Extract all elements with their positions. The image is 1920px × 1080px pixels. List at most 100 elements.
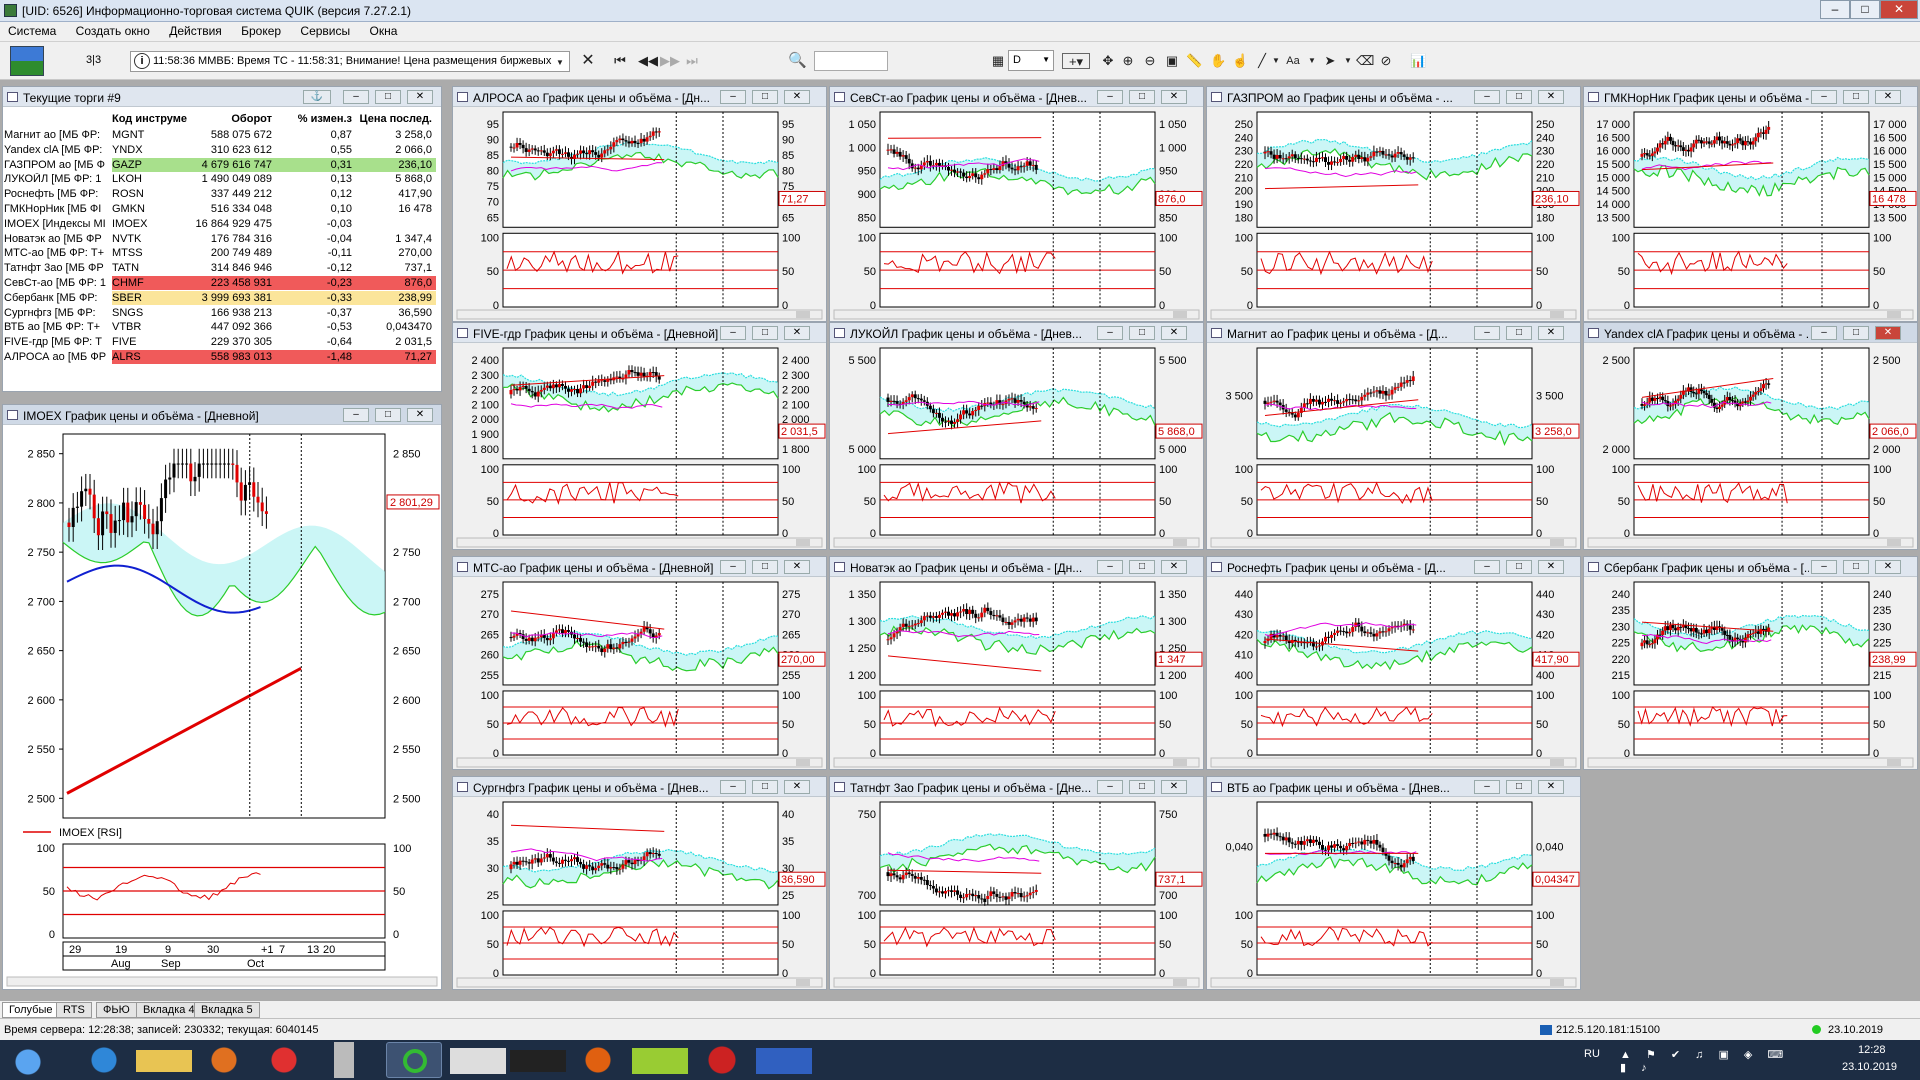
chart-scrollbar[interactable] [456,977,823,988]
maximize-button[interactable]: □ [1506,780,1532,794]
chevron-down-icon[interactable]: ▼ [1340,53,1356,69]
scroll-thumb[interactable] [796,311,810,318]
interval-select[interactable]: D ▼ [1008,50,1054,71]
close-button[interactable]: ✕ [784,90,810,104]
minimize-button[interactable]: – [1811,560,1837,574]
minimize-button[interactable]: – [1811,90,1837,104]
indicator-icon[interactable]: 📊 [1410,53,1426,69]
chart-area[interactable]: 17 000 17 000 16 500 16 500 16 000 16 000 15 5… [1584,108,1917,321]
maximize-button[interactable]: □ [1843,326,1869,340]
language-indicator[interactable]: RU [1584,1048,1600,1060]
close-button[interactable]: ✕ [407,408,433,422]
chart-area[interactable]: 275275270270265265260260255255270,001001… [453,578,826,769]
firefox-icon[interactable] [196,1042,252,1078]
workspace-tab[interactable]: Вкладка 4 [136,1002,202,1018]
minimize-button[interactable]: – [343,408,369,422]
save-app-icon[interactable] [756,1042,812,1078]
table-row[interactable]: Yandex clA [МБ ФР: YNDX 310 623 612 0,55 2 0… [4,143,436,158]
chart-scrollbar[interactable] [833,977,1200,988]
column-header[interactable]: Код инструме [112,113,192,125]
delete-all-icon[interactable]: ⊘ [1378,53,1394,69]
close-button[interactable]: ✕ [1161,780,1187,794]
chart-area[interactable]: 2 500 2 500 2 000 2 000 2 066,0 100 100 50 50 0 0 [1584,344,1917,549]
close-button[interactable]: ✕ [407,90,433,104]
explorer-icon[interactable] [136,1042,192,1078]
workspace-tab[interactable]: RTS [56,1002,92,1018]
chart-scrollbar[interactable] [1587,537,1914,548]
app-icon[interactable] [694,1042,750,1078]
table-row[interactable]: АЛРОСА ао [МБ ФР ALRS 558 983 013 -1,48 71,2… [4,350,436,365]
search-input[interactable] [814,51,888,71]
table-row[interactable]: МТС-ао [МБ ФР: Т+ MTSS 200 749 489 -0,11 270… [4,246,436,261]
table-row[interactable]: Сургнфгз [МБ ФР: SNGS 166 938 213 -0,37 36,5… [4,306,436,321]
calculator-icon[interactable] [316,1042,372,1078]
close-button[interactable]: ✕ [1538,326,1564,340]
text-tool-icon[interactable]: Aa [1282,53,1304,69]
menu-windows[interactable]: Окна [361,22,405,38]
quik-logo-icon[interactable] [10,46,44,76]
chart-scrollbar[interactable] [456,537,823,548]
chart-panel-icon[interactable]: ▦ [990,53,1006,69]
close-button[interactable]: ✕ [1161,560,1187,574]
maximize-button[interactable]: □ [1506,90,1532,104]
chart-area[interactable]: 1 350 1 350 1 300 1 300 1 250 1 250 1 200 1 200… [830,578,1203,769]
editor-icon[interactable] [632,1042,688,1078]
close-button[interactable]: ✕ [1161,90,1187,104]
chevron-down-icon[interactable]: ▼ [552,55,568,71]
table-row[interactable]: Новатэк ао [МБ ФР NVTK 176 784 316 -0,04 1 3… [4,232,436,247]
minimize-button[interactable]: – [1811,326,1837,340]
ruler-icon[interactable]: 📏 [1186,53,1202,69]
move-icon[interactable]: ✥ [1100,53,1116,69]
minimize-button[interactable]: – [720,780,746,794]
scroll-thumb[interactable] [1173,759,1187,766]
imoex-chart-area[interactable]: 2 8502 8502 8002 8002 7502 7502 7002 700… [3,426,441,989]
scroll-thumb[interactable] [1887,759,1901,766]
workspace-tab[interactable]: Голубые [2,1002,60,1018]
scroll-thumb[interactable] [1550,311,1564,318]
table-row[interactable]: IMOEX [Индексы МI IMOEX 16 864 929 475 -0,0… [4,217,436,232]
scroll-thumb[interactable] [1550,539,1564,546]
close-button[interactable]: ✕ [1538,560,1564,574]
scroll-thumb[interactable] [796,979,810,986]
chart-area[interactable]: 5 500 5 500 5 000 5 000 5 868,0 100 100 50 50 0 0 [830,344,1203,549]
minimize-button[interactable]: – [1474,90,1500,104]
hand-icon[interactable]: ✋ [1210,53,1226,69]
table-row[interactable]: Татнфт 3ао [МБ ФР TATN 314 846 946 -0,12 737… [4,261,436,276]
terminal-icon[interactable] [510,1042,566,1078]
maximize-button[interactable]: □ [1506,326,1532,340]
maximize-button[interactable]: □ [375,90,401,104]
minimize-button[interactable]: – [1097,560,1123,574]
crosshair-icon[interactable]: +▾ [1062,53,1090,69]
close-button[interactable]: ✕ [784,780,810,794]
maximize-button[interactable]: □ [1843,90,1869,104]
start-button[interactable] [0,1042,56,1078]
minimize-button[interactable]: – [720,326,746,340]
minimize-button[interactable]: – [1820,0,1850,19]
menu-system[interactable]: Система [0,22,64,38]
search-icon[interactable]: 🔍 [788,53,807,69]
maximize-button[interactable]: □ [1843,560,1869,574]
table-row[interactable]: ВТБ ао [МБ ФР: Т+ VTBR 447 092 366 -0,53 0,0… [4,320,436,335]
scroll-thumb[interactable] [796,759,810,766]
scroll-thumb[interactable] [1550,979,1564,986]
close-button[interactable]: ✕ [1161,326,1187,340]
ie-icon[interactable] [76,1042,132,1078]
chart-scrollbar[interactable] [456,309,823,320]
scroll-thumb[interactable] [796,539,810,546]
chart-scrollbar[interactable] [456,757,823,768]
scroll-thumb[interactable] [1173,979,1187,986]
scroll-thumb[interactable] [1887,539,1901,546]
chart-scrollbar[interactable] [833,309,1200,320]
maximize-button[interactable]: □ [1850,0,1880,19]
workspace-tab[interactable]: ФЬЮ [96,1002,137,1018]
chrome-icon[interactable] [256,1042,312,1078]
column-header[interactable]: % измен.з [280,113,352,125]
table-row[interactable]: Сбербанк [МБ ФР: SBER 3 999 693 381 -0,33 23… [4,290,436,306]
chart-scrollbar[interactable] [1210,537,1577,548]
anchor-icon[interactable]: ⚓ [303,90,331,104]
maximize-button[interactable]: □ [752,90,778,104]
table-row[interactable]: ГАЗПРОМ ао [МБ Ф GAZP 4 679 616 747 0,31 236… [4,157,436,173]
last-icon[interactable]: ⏭ [684,53,700,69]
chevron-down-icon[interactable]: ▼ [1304,53,1320,69]
table-row[interactable]: Магнит ао [МБ ФР: MGNT 588 075 672 0,87 3 25… [4,128,436,143]
